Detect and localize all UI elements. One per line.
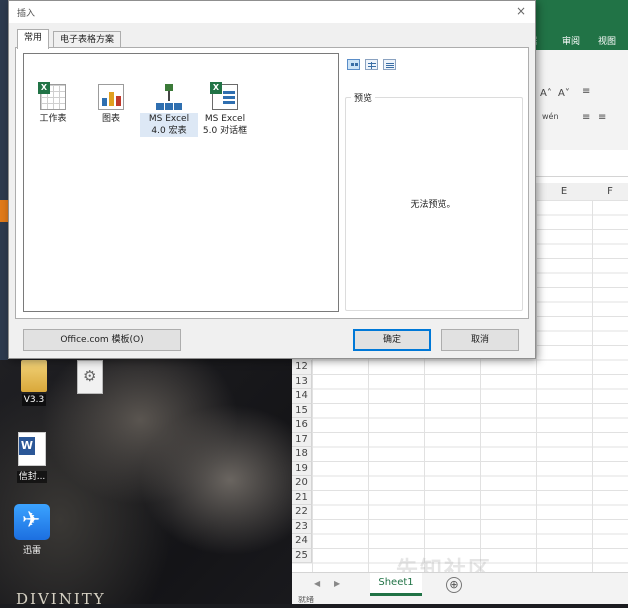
ok-button[interactable]: 确定 <box>353 329 431 351</box>
desktop-icon-label: V3.3 <box>21 394 47 406</box>
sheet-next-icon[interactable]: ▶ <box>334 579 340 588</box>
dialog-title: 插入 <box>17 9 36 19</box>
row-header[interactable]: 16 <box>292 418 312 433</box>
template-macro-sheet[interactable]: MS Excel 4.0 宏表 <box>140 84 198 137</box>
template-chart[interactable]: 图表 <box>82 84 140 125</box>
taskbar-active-marker <box>0 200 8 222</box>
row-header[interactable]: 14 <box>292 389 312 404</box>
preview-legend: 预览 <box>351 91 376 104</box>
row-header[interactable]: 23 <box>292 519 312 534</box>
row-header[interactable]: 13 <box>292 374 312 389</box>
desktop-icon-label: 迅雷 <box>22 546 41 556</box>
align-top-icon[interactable]: ≡ <box>582 86 590 97</box>
column-header-e[interactable]: E <box>536 183 593 201</box>
column-header-f[interactable]: F <box>592 183 628 201</box>
decrease-font-icon[interactable]: A˅ <box>558 88 570 99</box>
desktop-icon-folder[interactable]: V3.3 <box>6 360 62 406</box>
status-text: 就绪 <box>298 596 314 604</box>
template-label: 工作表 <box>39 114 67 124</box>
settings-file-icon <box>77 360 103 394</box>
row-header[interactable]: 20 <box>292 476 312 491</box>
large-icons-view-icon[interactable] <box>347 59 360 70</box>
row-header[interactable]: 21 <box>292 490 312 505</box>
cancel-button[interactable]: 取消 <box>441 329 519 351</box>
desktop-icon-settings-file[interactable] <box>62 360 118 397</box>
row-headers: 12 13 14 15 16 17 18 19 20 21 22 23 24 2… <box>292 360 312 563</box>
macro-sheet-icon <box>156 84 182 110</box>
office-templates-button[interactable]: Office.com 模板(O) <box>23 329 181 351</box>
sheet-tab-bar: ◀ ▶ Sheet1 ⊕ <box>292 572 628 597</box>
template-label-line1: MS Excel <box>140 113 198 125</box>
word-document-icon <box>18 432 46 466</box>
template-label-line2: 4.0 宏表 <box>140 125 198 137</box>
wallpaper-title: DIVINITY <box>16 590 106 608</box>
chart-icon <box>98 84 124 110</box>
xunlei-icon <box>14 504 50 540</box>
sheet-tab-sheet1[interactable]: Sheet1 <box>370 573 422 596</box>
desktop-icon-label: 信封... <box>16 471 48 483</box>
align-left-icon[interactable]: ≡ <box>582 112 590 123</box>
phonetic-guide-icon[interactable]: wén <box>542 112 559 121</box>
template-label-line1: MS Excel <box>204 114 246 124</box>
row-header[interactable]: 22 <box>292 505 312 520</box>
template-worksheet[interactable]: 工作表 <box>24 82 82 125</box>
template-label-line2: 5.0 对话框 <box>202 126 248 136</box>
template-dialog-sheet[interactable]: MS Excel 5.0 对话框 <box>196 82 254 137</box>
folder-icon <box>21 360 47 392</box>
close-icon[interactable]: × <box>513 3 529 19</box>
dialog-sheet-icon <box>210 82 238 110</box>
status-bar: 就绪 <box>292 596 628 604</box>
template-label: 图表 <box>101 114 120 124</box>
list-view-icon[interactable] <box>365 59 378 70</box>
row-header[interactable]: 24 <box>292 534 312 549</box>
dialog-title-bar: 插入 × <box>9 1 535 23</box>
details-view-icon[interactable] <box>383 59 396 70</box>
desktop-icon-xunlei[interactable]: 迅雷 <box>4 504 60 556</box>
ribbon-tab-review[interactable]: 审阅 <box>562 34 580 47</box>
desktop-icon-word-document[interactable]: 信封... <box>4 432 60 483</box>
taskbar-strip <box>0 0 8 360</box>
insert-dialog: 插入 × 常用 电子表格方案 工作表 图表 <box>8 0 536 359</box>
ribbon-tab-view[interactable]: 视图 <box>598 34 616 47</box>
tab-spreadsheet-solutions[interactable]: 电子表格方案 <box>53 31 122 48</box>
worksheet-icon <box>38 82 66 110</box>
row-header[interactable]: 25 <box>292 548 312 563</box>
add-sheet-icon[interactable]: ⊕ <box>446 577 462 593</box>
sheet-prev-icon[interactable]: ◀ <box>314 579 320 588</box>
row-header[interactable]: 19 <box>292 461 312 476</box>
row-header[interactable]: 12 <box>292 360 312 375</box>
row-header[interactable]: 15 <box>292 403 312 418</box>
template-list[interactable]: 工作表 图表 MS Excel 4.0 宏表 MS Excel 5.0 对话框 <box>23 53 339 312</box>
tab-general[interactable]: 常用 <box>17 29 50 49</box>
preview-message: 无法预览。 <box>410 200 456 210</box>
row-header[interactable]: 18 <box>292 447 312 462</box>
row-header[interactable]: 17 <box>292 432 312 447</box>
align-center-icon[interactable]: ≡ <box>598 112 606 123</box>
increase-font-icon[interactable]: A˄ <box>540 88 552 99</box>
